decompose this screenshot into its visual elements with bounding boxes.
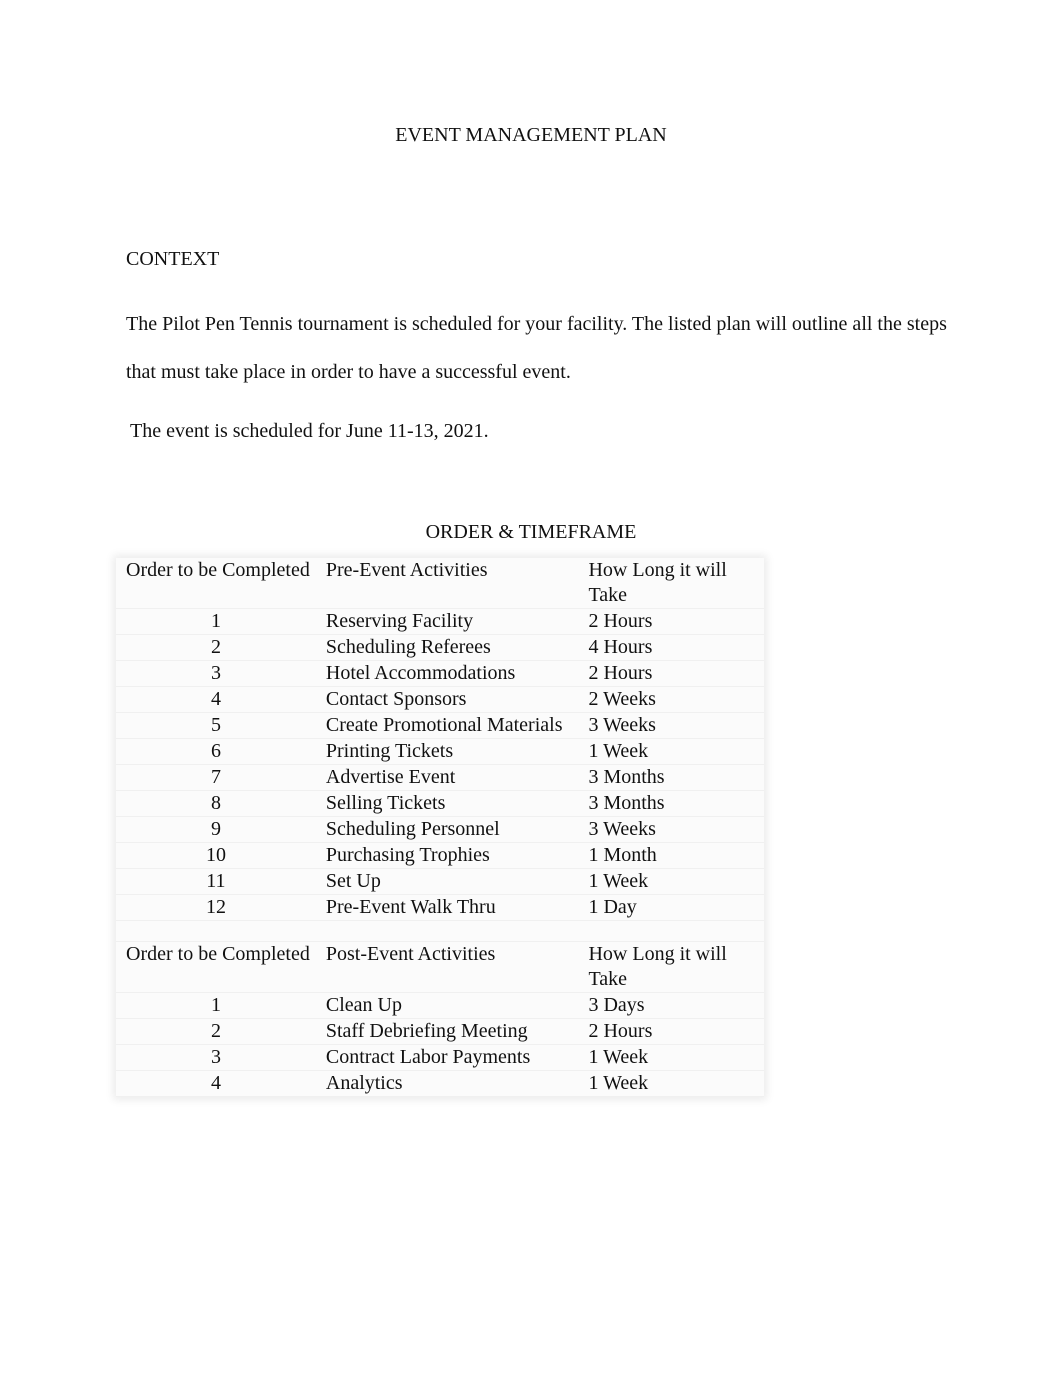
- duration-cell: 2 Weeks: [578, 686, 764, 713]
- activity-cell: Scheduling Referees: [315, 634, 579, 661]
- header-activity: Pre-Event Activities: [315, 558, 579, 609]
- duration-cell: 4 Hours: [578, 634, 764, 661]
- table-title: ORDER & TIMEFRAME: [425, 521, 637, 543]
- order-cell: 4: [116, 686, 316, 713]
- order-cell: 3: [116, 1044, 316, 1071]
- table-row: 12 Pre-Event Walk Thru 1 Day: [116, 894, 764, 921]
- table-row: 4 Contact Sponsors 2 Weeks: [116, 686, 764, 713]
- table-row: 1 Clean Up 3 Days: [116, 992, 764, 1019]
- section-heading-context: CONTEXT: [126, 248, 220, 270]
- table-row: 10 Purchasing Trophies 1 Month: [116, 842, 764, 869]
- activity-cell: Selling Tickets: [315, 790, 579, 817]
- duration-cell: 2 Hours: [578, 1018, 764, 1045]
- duration-cell: 2 Hours: [578, 660, 764, 687]
- duration-cell: 2 Hours: [578, 608, 764, 635]
- order-cell: 9: [116, 816, 316, 843]
- duration-cell: 3 Months: [578, 790, 764, 817]
- table-row: 5 Create Promotional Materials 3 Weeks: [116, 712, 764, 739]
- duration-cell: 1 Month: [578, 842, 764, 869]
- duration-cell: 3 Days: [578, 992, 764, 1019]
- event-date-line: The event is scheduled for June 11-13, 2…: [130, 420, 489, 442]
- activity-cell: Create Promotional Materials: [315, 712, 579, 739]
- header-order: Order to be Completed: [116, 558, 316, 609]
- order-cell: 2: [116, 634, 316, 661]
- activity-cell: Contract Labor Payments: [315, 1044, 579, 1071]
- activity-cell: Printing Tickets: [315, 738, 579, 765]
- activity-cell: Pre-Event Walk Thru: [315, 894, 579, 921]
- table-row: 3 Hotel Accommodations 2 Hours: [116, 660, 764, 687]
- page-title: EVENT MANAGEMENT PLAN: [395, 124, 667, 146]
- order-cell: 1: [116, 992, 316, 1019]
- order-cell: 1: [116, 608, 316, 635]
- order-cell: 4: [116, 1070, 316, 1097]
- duration-cell: 3 Weeks: [578, 712, 764, 739]
- table-row: 8 Selling Tickets 3 Months: [116, 790, 764, 817]
- post-event-header-row: Order to be Completed Post-Event Activit…: [116, 941, 764, 993]
- duration-cell: 1 Week: [578, 1044, 764, 1071]
- table-row: 4 Analytics 1 Week: [116, 1070, 764, 1097]
- activity-cell: Purchasing Trophies: [315, 842, 579, 869]
- table-row: 7 Advertise Event 3 Months: [116, 764, 764, 791]
- activity-cell: Scheduling Personnel: [315, 816, 579, 843]
- order-cell: 7: [116, 764, 316, 791]
- table-row: 6 Printing Tickets 1 Week: [116, 738, 764, 765]
- order-timeframe-table: Order to be Completed Pre-Event Activiti…: [116, 558, 764, 1097]
- activity-cell: Analytics: [315, 1070, 579, 1097]
- table-row: 11 Set Up 1 Week: [116, 868, 764, 895]
- activity-cell: Staff Debriefing Meeting: [315, 1018, 579, 1045]
- table-row: 9 Scheduling Personnel 3 Weeks: [116, 816, 764, 843]
- header-activity: Post-Event Activities: [315, 941, 579, 993]
- duration-cell: 1 Week: [578, 868, 764, 895]
- duration-cell: 1 Week: [578, 1070, 764, 1097]
- activity-cell: Set Up: [315, 868, 579, 895]
- order-cell: 3: [116, 660, 316, 687]
- duration-cell: 3 Months: [578, 764, 764, 791]
- order-cell: 11: [116, 868, 316, 895]
- duration-cell: 3 Weeks: [578, 816, 764, 843]
- order-cell: 2: [116, 1018, 316, 1045]
- table-row: 1 Reserving Facility 2 Hours: [116, 608, 764, 635]
- activity-cell: Contact Sponsors: [315, 686, 579, 713]
- table-row: 2 Staff Debriefing Meeting 2 Hours: [116, 1018, 764, 1045]
- order-cell: 6: [116, 738, 316, 765]
- activity-cell: Reserving Facility: [315, 608, 579, 635]
- activity-cell: Advertise Event: [315, 764, 579, 791]
- table-row: 3 Contract Labor Payments 1 Week: [116, 1044, 764, 1071]
- context-paragraph: The Pilot Pen Tennis tournament is sched…: [126, 313, 947, 383]
- activity-cell: Hotel Accommodations: [315, 660, 579, 687]
- duration-cell: 1 Week: [578, 738, 764, 765]
- spacer-row: [116, 920, 764, 942]
- activity-cell: Clean Up: [315, 992, 579, 1019]
- order-cell: 12: [116, 894, 316, 921]
- duration-cell: 1 Day: [578, 894, 764, 921]
- order-cell: 5: [116, 712, 316, 739]
- header-order: Order to be Completed: [116, 941, 316, 993]
- header-duration: How Long it will Take: [578, 558, 764, 609]
- order-cell: 10: [116, 842, 316, 869]
- table-row: 2 Scheduling Referees 4 Hours: [116, 634, 764, 661]
- pre-event-header-row: Order to be Completed Pre-Event Activiti…: [116, 558, 764, 609]
- header-duration: How Long it will Take: [578, 941, 764, 993]
- order-cell: 8: [116, 790, 316, 817]
